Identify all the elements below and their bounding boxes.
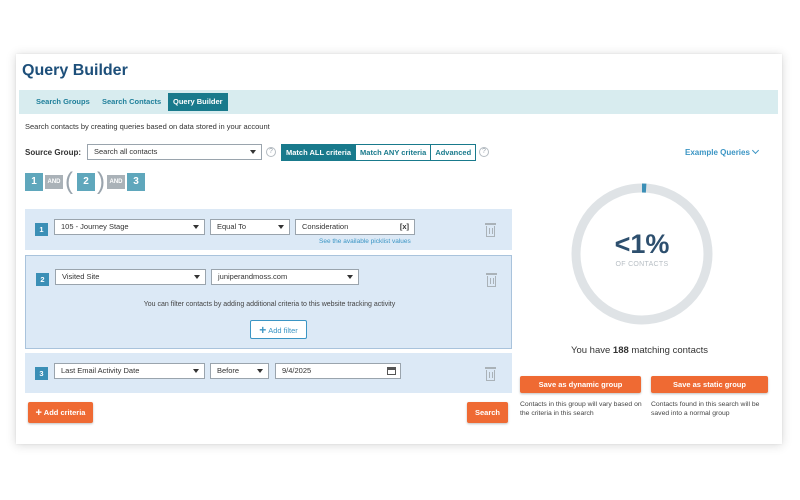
picklist-link[interactable]: See the available picklist values [319,238,411,245]
percent-label: OF CONTACTS [615,261,669,268]
criteria-number: 3 [35,367,48,380]
chevron-down-icon [278,225,284,229]
criteria-row-3: 3 Last Email Activity Date Before 9/4/20… [25,353,512,393]
page-description: Search contacts by creating queries base… [25,122,270,131]
advanced-button[interactable]: Advanced [431,145,475,160]
help-icon[interactable]: ? [266,147,276,157]
open-paren: ( [65,168,73,195]
match-mode-toggle: Match ALL criteria Match ANY criteria Ad… [281,144,477,161]
criteria-row-1: 1 105 - Journey Stage Equal To Considera… [25,209,512,250]
criteria-field-select[interactable]: Visited Site [55,269,206,285]
matching-contacts-text: You have 188 matching contacts [571,345,708,356]
example-queries-label: Example Queries [685,148,750,157]
close-paren: ) [97,168,105,195]
criteria-operator-value: Before [217,366,240,375]
matching-suffix: matching contacts [631,345,708,356]
site-value: juniperandmoss.com [218,272,288,281]
criteria-value-input[interactable]: Consideration [x] [295,219,415,235]
source-group-value: Search all contacts [94,147,158,156]
static-group-note: Contacts found in this search will be sa… [651,401,760,417]
criteria-field-value: 105 - Journey Stage [61,222,129,231]
criteria-field-value: Visited Site [62,272,100,281]
save-dynamic-group-button[interactable]: Save as dynamic group [520,376,641,393]
save-static-group-button[interactable]: Save as static group [651,376,768,393]
criteria-operator-select[interactable]: Before [210,363,269,379]
logic-criteria-2: 2 [77,173,95,191]
trash-icon[interactable] [485,223,496,237]
chevron-down-icon [250,150,256,154]
criteria-number: 2 [36,273,49,286]
criteria-field-select[interactable]: 105 - Journey Stage [54,219,205,235]
trash-icon[interactable] [486,273,497,287]
tab-query-builder[interactable]: Query Builder [168,93,228,111]
chevron-down-icon [194,275,200,279]
chevron-down-icon [193,369,199,373]
criteria-operator-value: Equal To [217,222,247,231]
search-button[interactable]: Search [467,402,508,423]
calendar-icon[interactable] [387,367,396,375]
match-all-button[interactable]: Match ALL criteria [282,145,357,160]
dynamic-group-note: Contacts in this group will vary based o… [520,401,642,417]
plus-icon: + [35,407,42,419]
picklist-button[interactable]: [x] [400,220,409,234]
date-value: 9/4/2025 [282,366,312,375]
trash-icon[interactable] [485,367,496,381]
criteria-operator-select[interactable]: Equal To [210,219,290,235]
example-queries-dropdown[interactable]: Example Queries [685,146,759,157]
matching-count: 188 [612,345,629,356]
logic-criteria-1: 1 [25,173,43,191]
criteria-value-text: Consideration [302,222,349,231]
percent-value: <1% [614,229,670,259]
site-select[interactable]: juniperandmoss.com [211,269,359,285]
tab-search-contacts[interactable]: Search Contacts [97,93,166,111]
criteria-field-select[interactable]: Last Email Activity Date [54,363,205,379]
tab-bar: Search Groups Search Contacts Query Buil… [19,90,778,114]
tab-search-groups[interactable]: Search Groups [31,93,95,111]
page-title: Query Builder [22,62,128,79]
matching-prefix: You have [571,345,611,356]
criteria-field-value: Last Email Activity Date [61,366,140,375]
source-group-select[interactable]: Search all contacts [87,144,262,160]
chevron-down-icon [347,275,353,279]
criteria-number: 1 [35,223,48,236]
add-filter-label: Add filter [268,326,298,335]
match-any-button[interactable]: Match ANY criteria [356,145,432,160]
source-group-label: Source Group: [25,148,82,157]
add-criteria-label: Add criteria [43,408,86,417]
date-input[interactable]: 9/4/2025 [275,363,401,379]
match-gauge: <1% OF CONTACTS [569,181,715,327]
query-builder-panel: Query Builder Search Groups Search Conta… [16,54,782,444]
chevron-down-icon [751,146,759,155]
filter-note: You can filter contacts by adding additi… [143,301,396,308]
logic-and: AND [107,175,125,189]
plus-icon: + [259,323,267,337]
logic-and: AND [45,175,63,189]
criteria-row-2: 2 Visited Site juniperandmoss.com You ca… [25,255,512,349]
add-criteria-button[interactable]: + Add criteria [28,402,93,423]
logic-criteria-3: 3 [127,173,145,191]
chevron-down-icon [257,369,263,373]
chevron-down-icon [193,225,199,229]
add-filter-button[interactable]: + Add filter [250,320,307,339]
help-icon[interactable]: ? [479,147,489,157]
